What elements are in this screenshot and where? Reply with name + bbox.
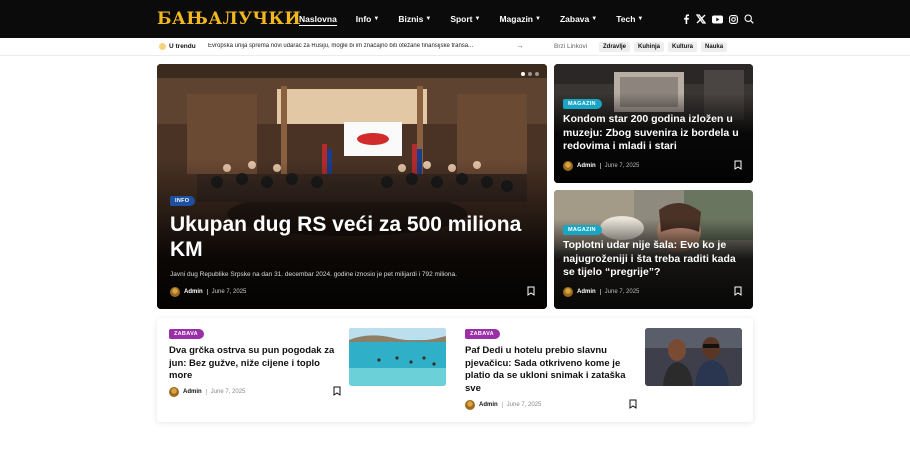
nav-item-naslovna[interactable]: Naslovna <box>299 0 337 38</box>
list-post[interactable]: ZABAVA Dva grčka ostrva su pun pogodak z… <box>157 318 447 422</box>
meta-divider <box>205 389 207 395</box>
post-thumbnail[interactable] <box>349 328 446 386</box>
post-date: June 7, 2025 <box>604 163 640 169</box>
meta-divider <box>501 402 503 408</box>
category-badge[interactable]: MAGAZIN <box>563 99 602 109</box>
post-meta: Admin June 7, 2025 <box>563 287 639 297</box>
quick-link-kultura[interactable]: Kultura <box>668 42 698 52</box>
list-post[interactable]: ZABAVA Paf Dedi u hotelu prebio slavnu p… <box>453 318 743 422</box>
trending-headline[interactable]: Evropska unija sprema novi udarac za Rus… <box>208 43 508 49</box>
nav-label: Sport <box>450 14 473 24</box>
post-meta: Admin June 7, 2025 <box>563 161 639 171</box>
chevron-down-icon: ▼ <box>425 16 432 22</box>
beach-image <box>349 328 446 386</box>
trending-label: U trendu <box>159 43 196 50</box>
meta-divider <box>599 289 601 295</box>
post-date: June 7, 2025 <box>210 389 246 395</box>
author-name[interactable]: Admin <box>183 389 202 395</box>
quick-link-kuhinja[interactable]: Kuhinja <box>634 42 665 52</box>
post-date: June 7, 2025 <box>506 402 542 408</box>
post-title[interactable]: Kondom star 200 godina izložen u muzeju:… <box>563 113 745 154</box>
post-title[interactable]: Dva grčka ostrva su pun pogodak za jun: … <box>169 345 344 383</box>
bookmark-icon[interactable] <box>733 160 743 170</box>
chevron-down-icon: ▼ <box>474 16 481 22</box>
main-nav: Naslovna Info ▼ Biznis ▼ Sport ▼ Magazin ▼ Z… <box>299 0 662 38</box>
side-post[interactable]: MAGAZIN Kondom star 200 godina izložen u… <box>554 64 753 183</box>
trending-bar: U trendu Evropska unija sprema novi udar… <box>0 38 910 56</box>
post-title[interactable]: Toplotni udar nije šala: Evo ko je najug… <box>563 239 745 280</box>
celebrity-image <box>645 328 742 386</box>
instagram-icon[interactable] <box>729 14 738 24</box>
avatar <box>563 161 573 171</box>
post-meta: Admin June 7, 2025 <box>169 387 245 397</box>
quick-links-label: Brzi Linkovi <box>554 43 588 50</box>
nav-item-sport[interactable]: Sport ▼ <box>450 0 480 38</box>
nav-item-magazin[interactable]: Magazin ▼ <box>499 0 540 38</box>
nav-label: Naslovna <box>299 14 337 24</box>
category-badge[interactable]: MAGAZIN <box>563 225 602 235</box>
arrow-right-icon[interactable]: → <box>516 41 524 50</box>
nav-label: Info <box>355 14 372 24</box>
quick-link-zdravlje[interactable]: Zdravlje <box>599 42 631 52</box>
avatar <box>169 387 179 397</box>
slider-dots[interactable] <box>521 72 539 76</box>
avatar <box>465 400 475 410</box>
facebook-icon[interactable] <box>682 14 690 24</box>
quick-links: Zdravlje Kuhinja Kultura Nauka <box>599 42 728 52</box>
nav-item-zabava[interactable]: Zabava ▼ <box>560 0 597 38</box>
chevron-down-icon: ▼ <box>535 16 541 22</box>
hero-post[interactable]: INFO Ukupan dug RS veći za 500 miliona K… <box>157 64 547 309</box>
hero-excerpt: Javni dug Republike Srpske na dan 31. de… <box>170 271 457 278</box>
bottom-posts: ZABAVA Dva grčka ostrva su pun pogodak z… <box>157 318 753 422</box>
post-title[interactable]: Paf Dedi u hotelu prebio slavnu pjevačic… <box>465 345 640 395</box>
top-navbar: БАЊАЛУЧКИ Naslovna Info ▼ Biznis ▼ Sport ▼ … <box>0 0 910 38</box>
nav-item-biznis[interactable]: Biznis ▼ <box>398 0 431 38</box>
trending-label-text: U trendu <box>169 43 196 50</box>
site-logo[interactable]: БАЊАЛУЧКИ <box>157 9 301 29</box>
avatar <box>170 287 180 297</box>
author-name[interactable]: Admin <box>577 289 596 295</box>
author-name[interactable]: Admin <box>184 289 203 295</box>
x-icon[interactable] <box>696 14 706 24</box>
side-post[interactable]: MAGAZIN Toplotni udar nije šala: Evo ko … <box>554 190 753 309</box>
nav-item-info[interactable]: Info ▼ <box>356 0 380 38</box>
nav-label: Zabava <box>559 14 590 24</box>
category-badge[interactable]: INFO <box>170 196 196 206</box>
bookmark-icon[interactable] <box>526 286 536 296</box>
quick-link-nauka[interactable]: Nauka <box>701 42 728 52</box>
meta-divider <box>599 163 601 169</box>
post-date: June 7, 2025 <box>211 289 247 295</box>
bookmark-icon[interactable] <box>332 386 342 396</box>
chevron-down-icon: ▼ <box>373 16 380 22</box>
chevron-down-icon: ▼ <box>591 16 598 22</box>
hero-title[interactable]: Ukupan dug RS veći za 500 miliona KM <box>170 212 540 262</box>
nav-label: Magazin <box>499 14 533 24</box>
post-date: June 7, 2025 <box>604 289 640 295</box>
author-name[interactable]: Admin <box>577 163 596 169</box>
chevron-down-icon: ▼ <box>637 16 644 22</box>
post-thumbnail[interactable] <box>645 328 742 386</box>
fire-icon <box>159 43 166 50</box>
meta-divider <box>206 289 208 295</box>
social-links <box>682 0 754 38</box>
nav-item-tech[interactable]: Tech ▼ <box>616 0 643 38</box>
category-badge[interactable]: ZABAVA <box>169 329 204 339</box>
avatar <box>563 287 573 297</box>
category-badge[interactable]: ZABAVA <box>465 329 500 339</box>
bookmark-icon[interactable] <box>628 399 638 409</box>
author-name[interactable]: Admin <box>479 402 498 408</box>
bookmark-icon[interactable] <box>733 286 743 296</box>
nav-label: Tech <box>616 14 636 24</box>
nav-label: Biznis <box>398 14 424 24</box>
youtube-icon[interactable] <box>712 15 723 24</box>
post-meta: Admin June 7, 2025 <box>465 400 541 410</box>
post-meta: Admin June 7, 2025 <box>170 287 246 297</box>
search-icon[interactable] <box>744 14 754 24</box>
